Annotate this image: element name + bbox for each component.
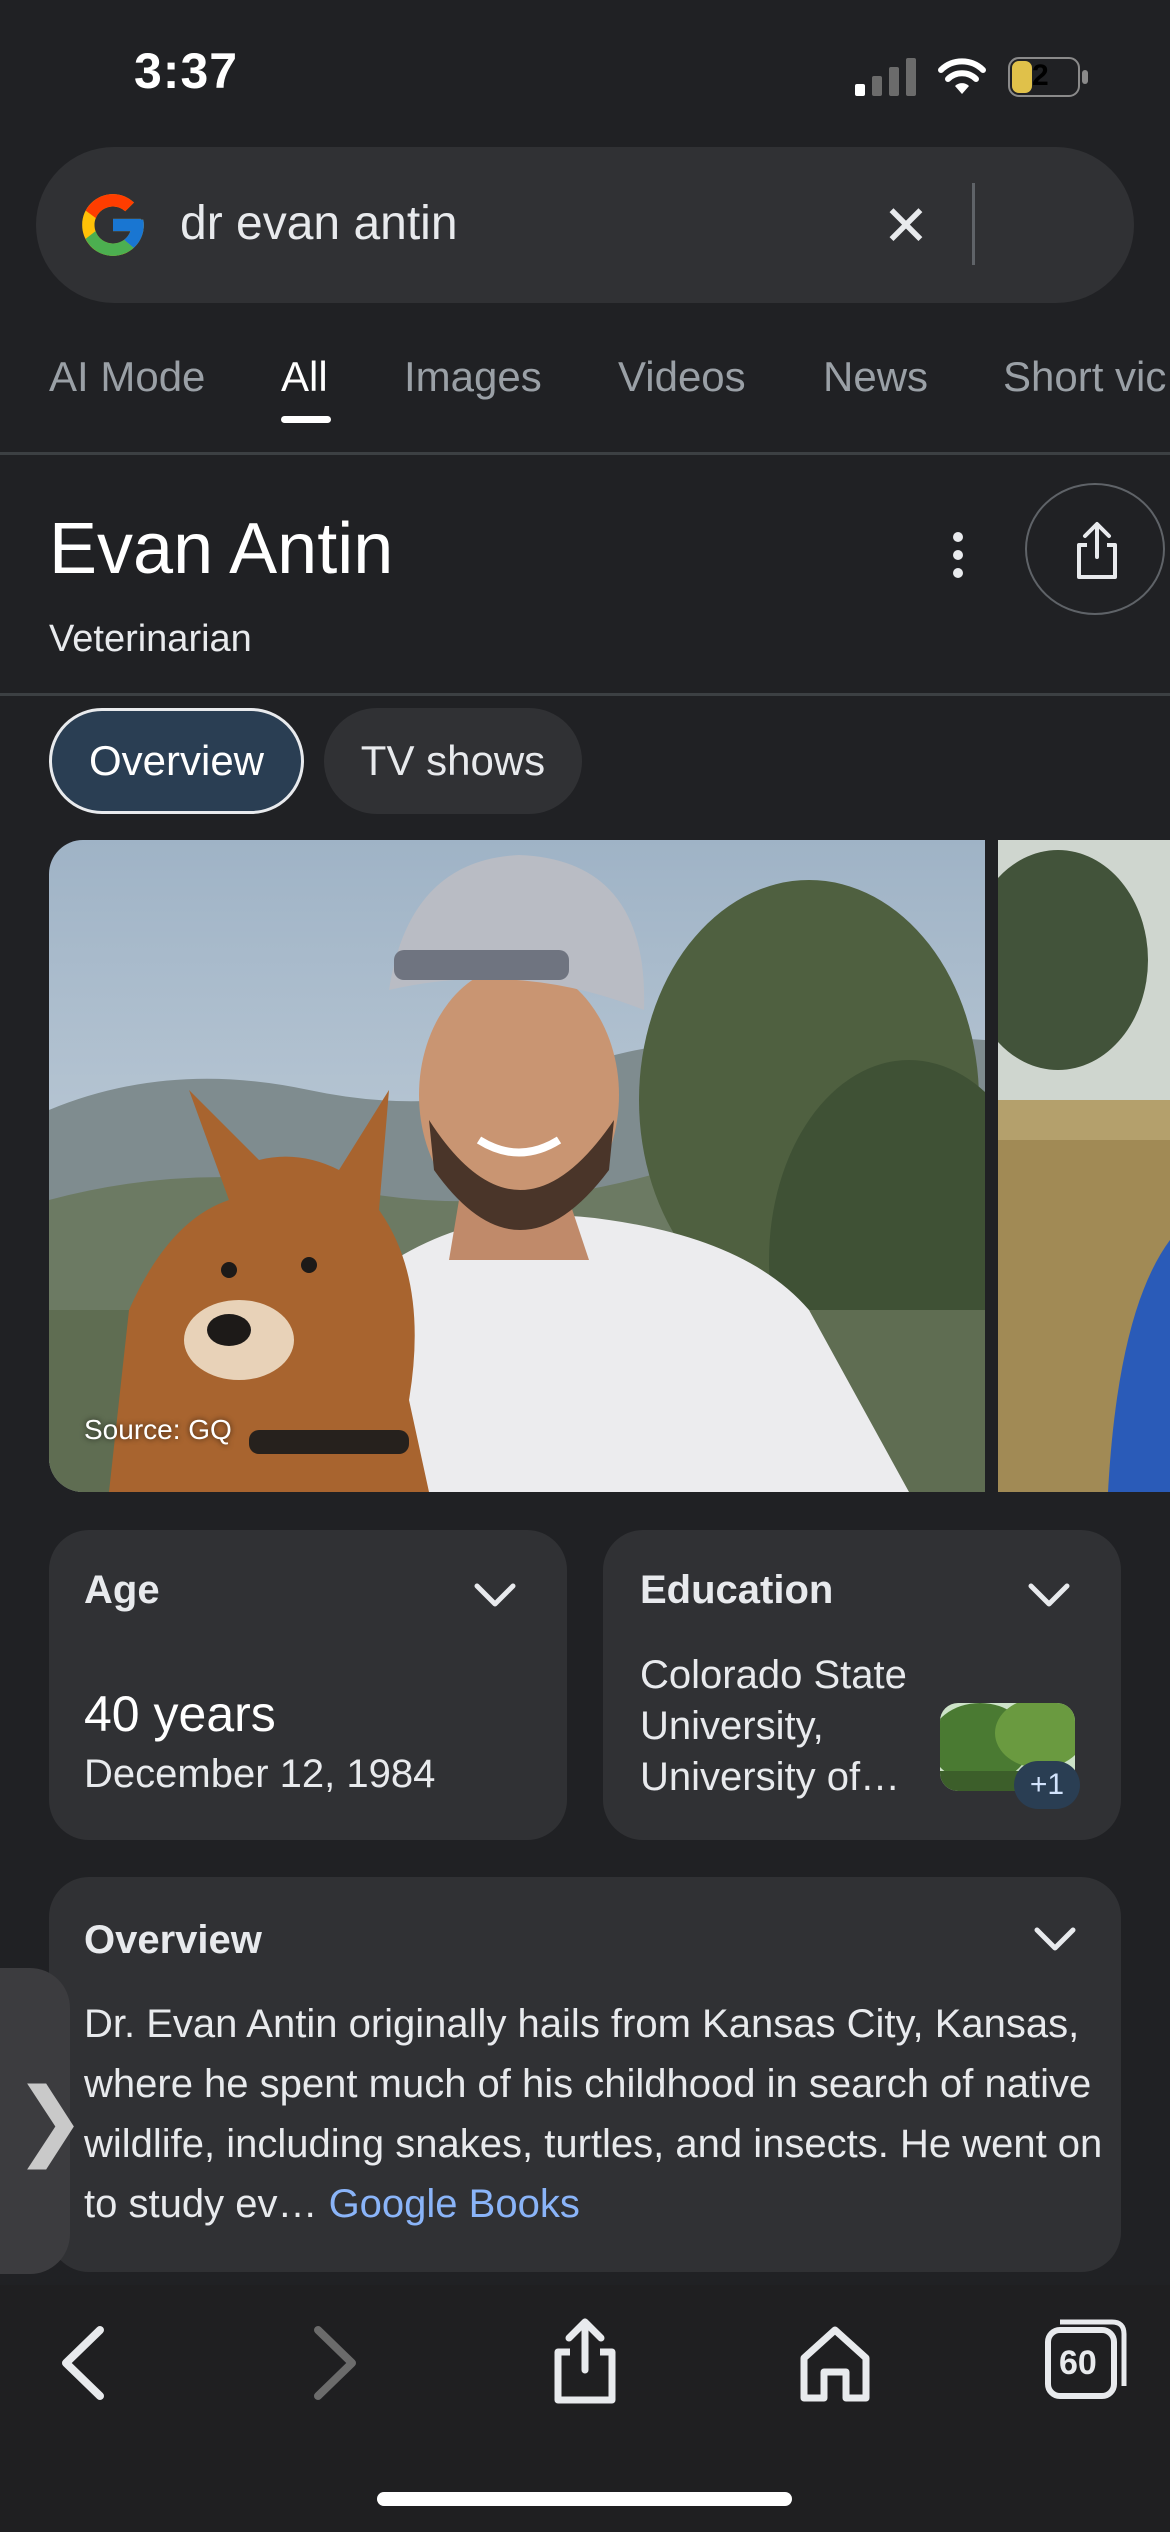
- home-indicator[interactable]: [377, 2492, 792, 2506]
- home-icon[interactable]: [790, 2318, 880, 2408]
- tab-short-videos[interactable]: Short vic: [1003, 353, 1166, 401]
- battery-level: 2: [1032, 59, 1049, 92]
- side-panel-handle[interactable]: ❯: [0, 1968, 86, 2274]
- tabs-button[interactable]: 60: [1040, 2318, 1130, 2408]
- birth-date: December 12, 1984: [84, 1752, 436, 1796]
- page-title: Evan Antin: [49, 509, 394, 589]
- chevron-right-icon: ❯: [14, 2072, 87, 2168]
- share-icon: [1077, 522, 1117, 579]
- battery-icon: 2: [1008, 57, 1090, 97]
- forward-icon[interactable]: [288, 2318, 378, 2408]
- chip-overview[interactable]: Overview: [49, 708, 304, 814]
- wifi-icon: [938, 58, 986, 94]
- education-label: Education: [640, 1568, 834, 1612]
- more-count-badge: +1: [1014, 1761, 1080, 1809]
- tab-ai-mode[interactable]: AI Mode: [49, 353, 205, 401]
- image-source-label: Source: GQ: [84, 1414, 232, 1445]
- tab-images[interactable]: Images: [404, 353, 542, 401]
- page-subtitle: Veterinarian: [49, 618, 252, 660]
- share-button[interactable]: [1025, 483, 1165, 615]
- search-tabs: AI Mode All Images Videos News Short vic: [0, 345, 1170, 455]
- tab-videos[interactable]: Videos: [618, 353, 746, 401]
- chevron-down-icon[interactable]: [1033, 1924, 1077, 1954]
- chevron-down-icon[interactable]: [1027, 1580, 1071, 1610]
- age-value: 40 years: [84, 1686, 276, 1742]
- clear-icon[interactable]: ✕: [876, 196, 936, 256]
- tabs-count: 60: [1059, 2344, 1097, 2382]
- active-tab-indicator: [281, 416, 331, 423]
- age-label: Age: [84, 1568, 160, 1612]
- status-time: 3:37: [134, 43, 239, 99]
- chip-tv-shows[interactable]: TV shows: [324, 708, 582, 814]
- more-vert-icon[interactable]: [940, 527, 976, 583]
- overview-label: Overview: [84, 1918, 262, 1962]
- tab-news[interactable]: News: [823, 353, 928, 401]
- share-icon[interactable]: [540, 2316, 630, 2406]
- overview-text: Dr. Evan Antin originally hails from Kan…: [84, 2002, 1103, 2226]
- google-books-link[interactable]: Google Books: [329, 2182, 580, 2226]
- search-divider: [972, 183, 975, 265]
- search-query[interactable]: dr evan antin: [180, 196, 458, 251]
- tabs-divider: [0, 452, 1170, 455]
- tab-all[interactable]: All: [281, 353, 328, 401]
- cellular-signal-icon: [855, 58, 916, 96]
- education-value: Colorado State University, University of…: [640, 1653, 907, 1799]
- back-icon[interactable]: [40, 2318, 130, 2408]
- profile-photo[interactable]: [49, 840, 985, 1492]
- chevron-down-icon[interactable]: [473, 1580, 517, 1610]
- header-divider: [0, 693, 1170, 696]
- secondary-photo[interactable]: [998, 840, 1170, 1492]
- google-logo-icon: [82, 194, 144, 256]
